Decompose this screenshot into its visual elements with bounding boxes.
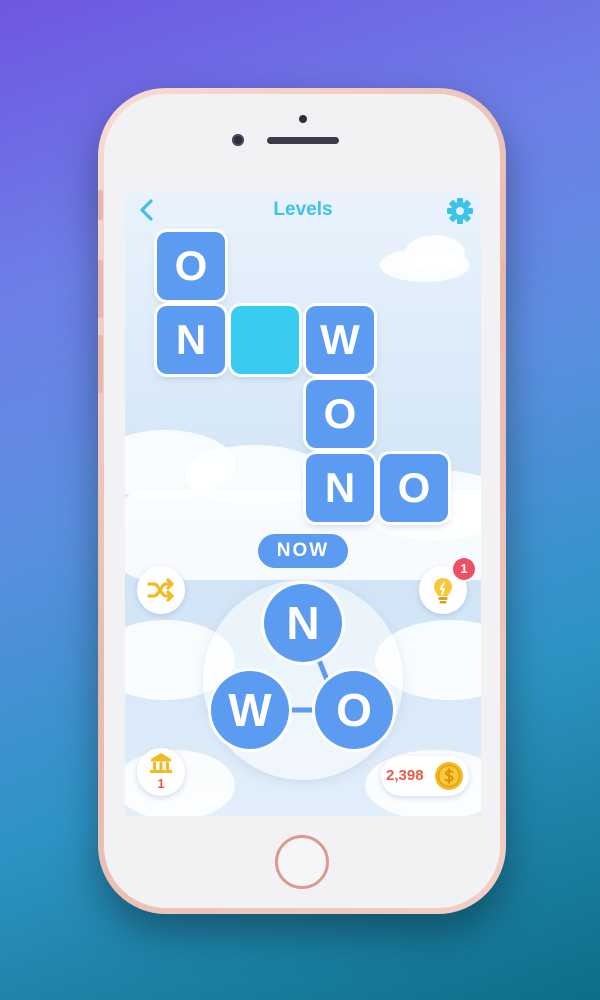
home-button[interactable]: [275, 835, 329, 889]
levels-count: 1: [157, 776, 165, 791]
coins-display[interactable]: 2,398: [381, 756, 469, 796]
front-camera: [232, 134, 244, 146]
hint-count-badge: 1: [453, 558, 475, 580]
game-screen: Levels O N W O N O NOW N W O 1 1 2,398: [125, 190, 481, 816]
power-button: [501, 260, 506, 320]
proximity-sensor: [299, 115, 307, 123]
shuffle-button[interactable]: [137, 566, 185, 614]
mute-switch: [98, 190, 103, 220]
earpiece-speaker: [267, 137, 339, 144]
coins-amount: 2,398: [386, 767, 424, 784]
swipe-path: [246, 617, 342, 713]
volume-up-button: [98, 260, 103, 318]
wheel-letter-n[interactable]: N: [264, 584, 342, 662]
volume-down-button: [98, 335, 103, 393]
wheel-letter-o[interactable]: O: [315, 671, 393, 749]
shuffle-icon: [147, 578, 174, 602]
levels-button[interactable]: 1: [137, 748, 185, 796]
wheel-letter-w[interactable]: W: [211, 671, 289, 749]
dollar-coin-icon: [435, 762, 463, 790]
